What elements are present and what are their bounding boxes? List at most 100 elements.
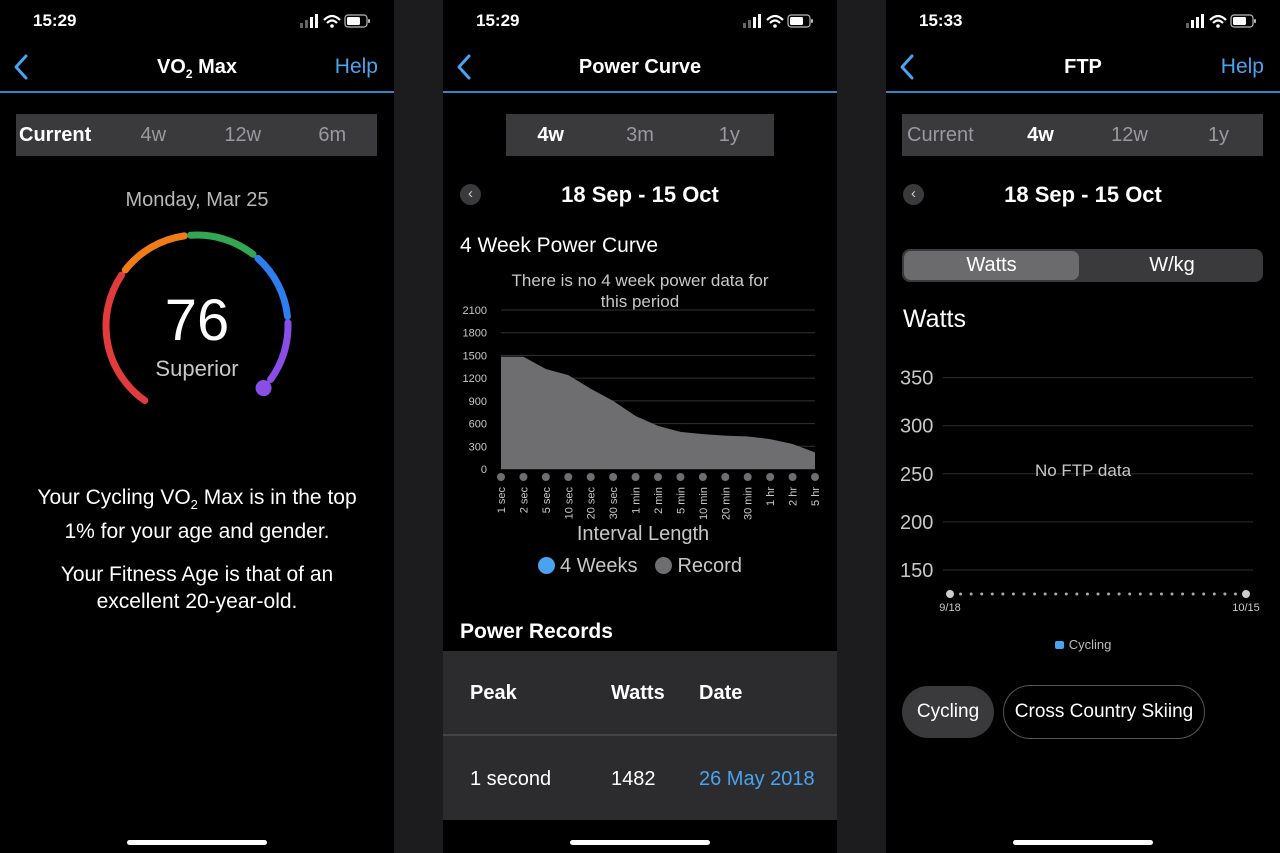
tab-1y[interactable]: 1y [1174, 124, 1263, 147]
x-axis-dot [1075, 592, 1079, 596]
vo2max-score: 76 [164, 288, 230, 353]
power-curve-screen: 15:29 Power Curve 4w 3m 1y ‹ 18 Sep - 15… [443, 0, 837, 853]
x-tick-label: 2 min [653, 487, 665, 514]
tab-6m[interactable]: 6m [288, 124, 378, 147]
x-axis-dot [1159, 592, 1163, 596]
x-axis-dot [1181, 592, 1185, 596]
x-tick-label: 30 min [743, 487, 755, 520]
home-indicator [1013, 840, 1153, 845]
chart-title: 4 Week Power Curve [460, 234, 659, 257]
date-range: 18 Sep - 15 Oct [1004, 182, 1162, 207]
y-tick-label: 0 [481, 464, 487, 476]
tab-12w[interactable]: 12w [198, 124, 288, 147]
x-axis-label: Interval Length [576, 523, 710, 545]
ftp-screen: 15:33 FTP Help Current 4w 12w 1y ‹ 18 Se… [886, 0, 1280, 853]
x-tick-label: 5 hr [810, 487, 822, 506]
column-header-date: Date [699, 682, 743, 704]
chip-cross-country-skiing[interactable]: Cross Country Skiing [1003, 685, 1205, 739]
date-range: 18 Sep - 15 Oct [561, 182, 719, 207]
tab-4w[interactable]: 4w [996, 124, 1085, 147]
x-axis-dot [1011, 592, 1015, 596]
x-point-marker [698, 473, 707, 481]
unit-toggle: Watts W/kg [902, 249, 1263, 282]
nav-divider [886, 91, 1280, 93]
legend-swatch [655, 557, 673, 574]
unit-tab-watts[interactable]: Watts [904, 251, 1079, 280]
record-peak: 1 second [470, 768, 552, 790]
tab-3m[interactable]: 3m [595, 124, 684, 147]
time-range-tabs: 4w 3m 1y [506, 114, 774, 156]
legend-swatch [1054, 641, 1064, 649]
no-data-message: No FTP data [1034, 461, 1132, 480]
x-axis-dot [1033, 592, 1037, 596]
x-tick-label-start: 9/18 [939, 602, 960, 614]
x-tick-label: 20 sec [586, 487, 598, 520]
home-indicator [127, 840, 267, 845]
x-axis-dot [1242, 590, 1250, 598]
time-range-tabs: Current 4w 12w 6m [16, 114, 377, 156]
y-tick-label: 300 [469, 441, 487, 453]
help-button[interactable]: Help [1221, 55, 1264, 79]
legend-item-4-weeks[interactable]: 4 Weeks [538, 555, 637, 578]
table-row[interactable]: 1 second 1482 26 May 2018 [443, 736, 837, 820]
gauge-marker [255, 380, 272, 397]
x-point-marker [609, 473, 618, 481]
tab-4w[interactable]: 4w [506, 124, 595, 147]
column-header-watts: Watts [611, 682, 665, 704]
tab-1y[interactable]: 1y [685, 124, 774, 147]
legend-swatch [538, 557, 556, 574]
x-axis-dot [1170, 592, 1174, 596]
y-tick-label: 2100 [463, 305, 487, 317]
home-indicator [570, 840, 710, 845]
x-axis-dot [1096, 592, 1100, 596]
x-axis-dot [1117, 592, 1121, 596]
ftp-chart: 1502002503003509/18 10/15 [900, 368, 1260, 614]
x-tick-label: 2 sec [518, 487, 530, 514]
section-title: Watts [903, 305, 966, 333]
x-axis-dot [1149, 592, 1153, 596]
help-button[interactable]: Help [335, 55, 378, 79]
power-curve-chart: 0 300 600 900 1200 1500 1800 2100 1 sec 2 sec 5 se… [463, 305, 822, 520]
status-time: 15:33 [919, 11, 963, 30]
x-point-marker [766, 473, 775, 481]
tab-current[interactable]: Current [902, 124, 996, 147]
vo2max-description: Your Cycling VO2 Max is in the top 1% fo… [37, 486, 357, 544]
y-tick-label: 350 [900, 368, 933, 390]
x-axis-dot [1001, 592, 1005, 596]
record-date-link[interactable]: 26 May 2018 [699, 768, 815, 791]
y-tick-label: 1500 [463, 350, 487, 362]
x-axis-dot [1128, 592, 1132, 596]
x-point-marker [743, 473, 752, 481]
page-title: Power Curve [578, 56, 702, 78]
legend-item-record[interactable]: Record [655, 555, 742, 578]
tab-current[interactable]: Current [16, 124, 109, 147]
y-tick-label: 1200 [463, 373, 487, 385]
column-header-peak: Peak [470, 682, 517, 704]
x-point-marker [497, 473, 505, 481]
legend-label-cycling: Cycling [1068, 637, 1112, 652]
power-records-title: Power Records [460, 620, 613, 643]
unit-tab-wkg[interactable]: W/kg [1083, 251, 1261, 280]
x-point-marker [721, 473, 730, 481]
y-tick-label: 150 [900, 560, 933, 582]
x-axis-dot [1107, 592, 1111, 596]
status-time: 15:29 [476, 11, 520, 30]
status-icons [743, 14, 813, 28]
date-label: Monday, Mar 25 [125, 189, 269, 211]
x-tick-label-end: 10/15 [1232, 602, 1260, 614]
x-point-marker [586, 473, 595, 481]
gauge-segment [121, 232, 188, 274]
x-axis-dot [946, 590, 954, 598]
nav-divider [443, 91, 837, 93]
x-axis-dot [1191, 592, 1195, 596]
x-axis-dot [1223, 592, 1227, 596]
x-axis-dot [1054, 592, 1058, 596]
y-tick-label: 1800 [463, 328, 487, 340]
tab-12w[interactable]: 12w [1085, 124, 1174, 147]
y-tick-label: 600 [469, 419, 487, 431]
tab-4w[interactable]: 4w [109, 124, 199, 147]
x-axis-dot [980, 592, 984, 596]
x-tick-label: 1 min [631, 487, 643, 514]
chip-cycling[interactable]: Cycling [902, 686, 994, 738]
record-area [501, 356, 815, 469]
